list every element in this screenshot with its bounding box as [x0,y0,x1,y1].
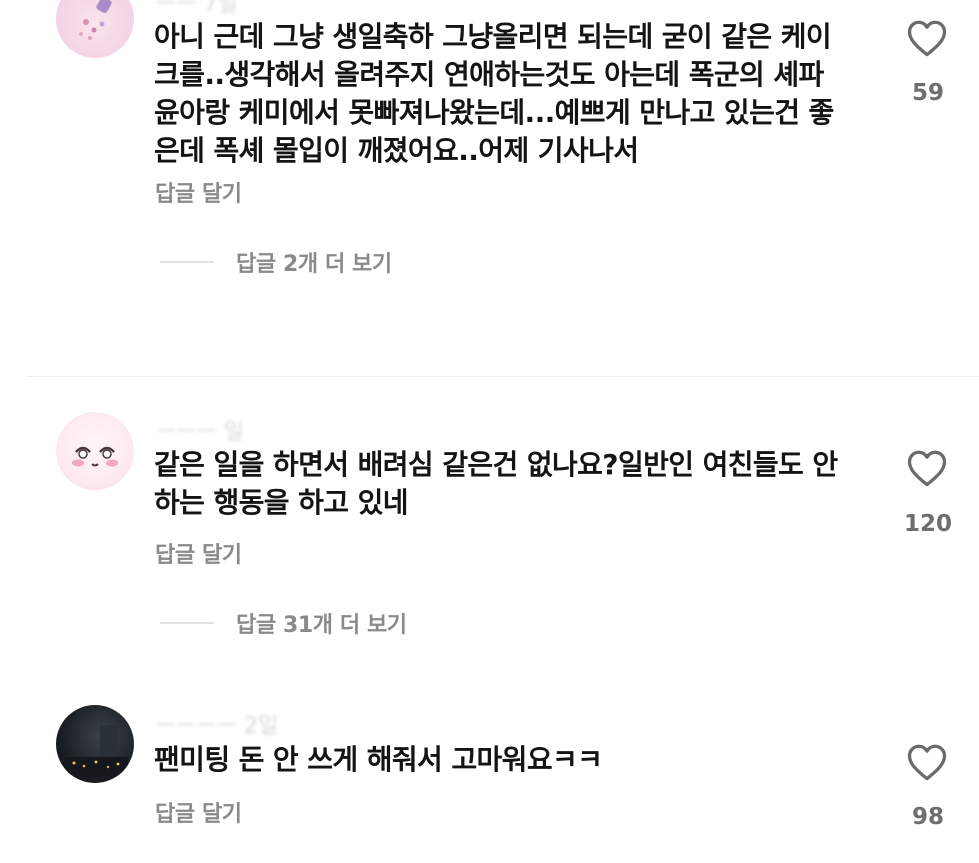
comment-meta: ㅡㅡㅡ 일 [156,420,244,445]
avatar[interactable] [56,0,134,58]
comment-text: 팬미팅 돈 안 쓰게 해줘서 고마워요ㅋㅋ [154,743,603,776]
heart-outline-icon[interactable] [906,448,948,488]
heart-outline-icon[interactable] [906,742,948,782]
reply-button[interactable]: 답글 달기 [155,537,242,569]
avatar-image [64,725,128,777]
avatar[interactable] [56,412,134,490]
view-replies-line [160,261,214,263]
view-replies-label: 답글 31개 더 보기 [236,613,407,638]
comment-meta: ㅡㅡ 7일 [156,0,238,17]
heart-outline-icon[interactable] [906,18,948,58]
avatar-image [72,446,118,467]
view-replies-button[interactable]: 답글 2개 더 보기 [160,246,392,278]
view-replies-line [160,622,214,624]
like-count: 120 [903,511,952,537]
comment-text: 아니 근데 그냥 생일축하 그냥올리면 되는데 굳이 같은 케이 크를..생각해… [154,20,834,167]
comment-meta: ㅡㅡㅡㅡ 2일 [156,714,279,739]
avatar-image [79,0,112,40]
reply-button[interactable]: 답글 달기 [155,796,242,828]
view-replies-button[interactable]: 답글 31개 더 보기 [160,607,407,639]
avatar[interactable] [56,705,134,783]
like-count: 59 [911,80,944,106]
view-replies-label: 답글 2개 더 보기 [236,252,392,277]
comment-text: 같은 일을 하면서 배려심 같은건 없나요?일반인 여친들도 안 하는 행동을 … [154,448,838,519]
like-count: 98 [911,804,944,830]
comment-divider [26,376,979,377]
reply-button[interactable]: 답글 달기 [155,176,242,208]
